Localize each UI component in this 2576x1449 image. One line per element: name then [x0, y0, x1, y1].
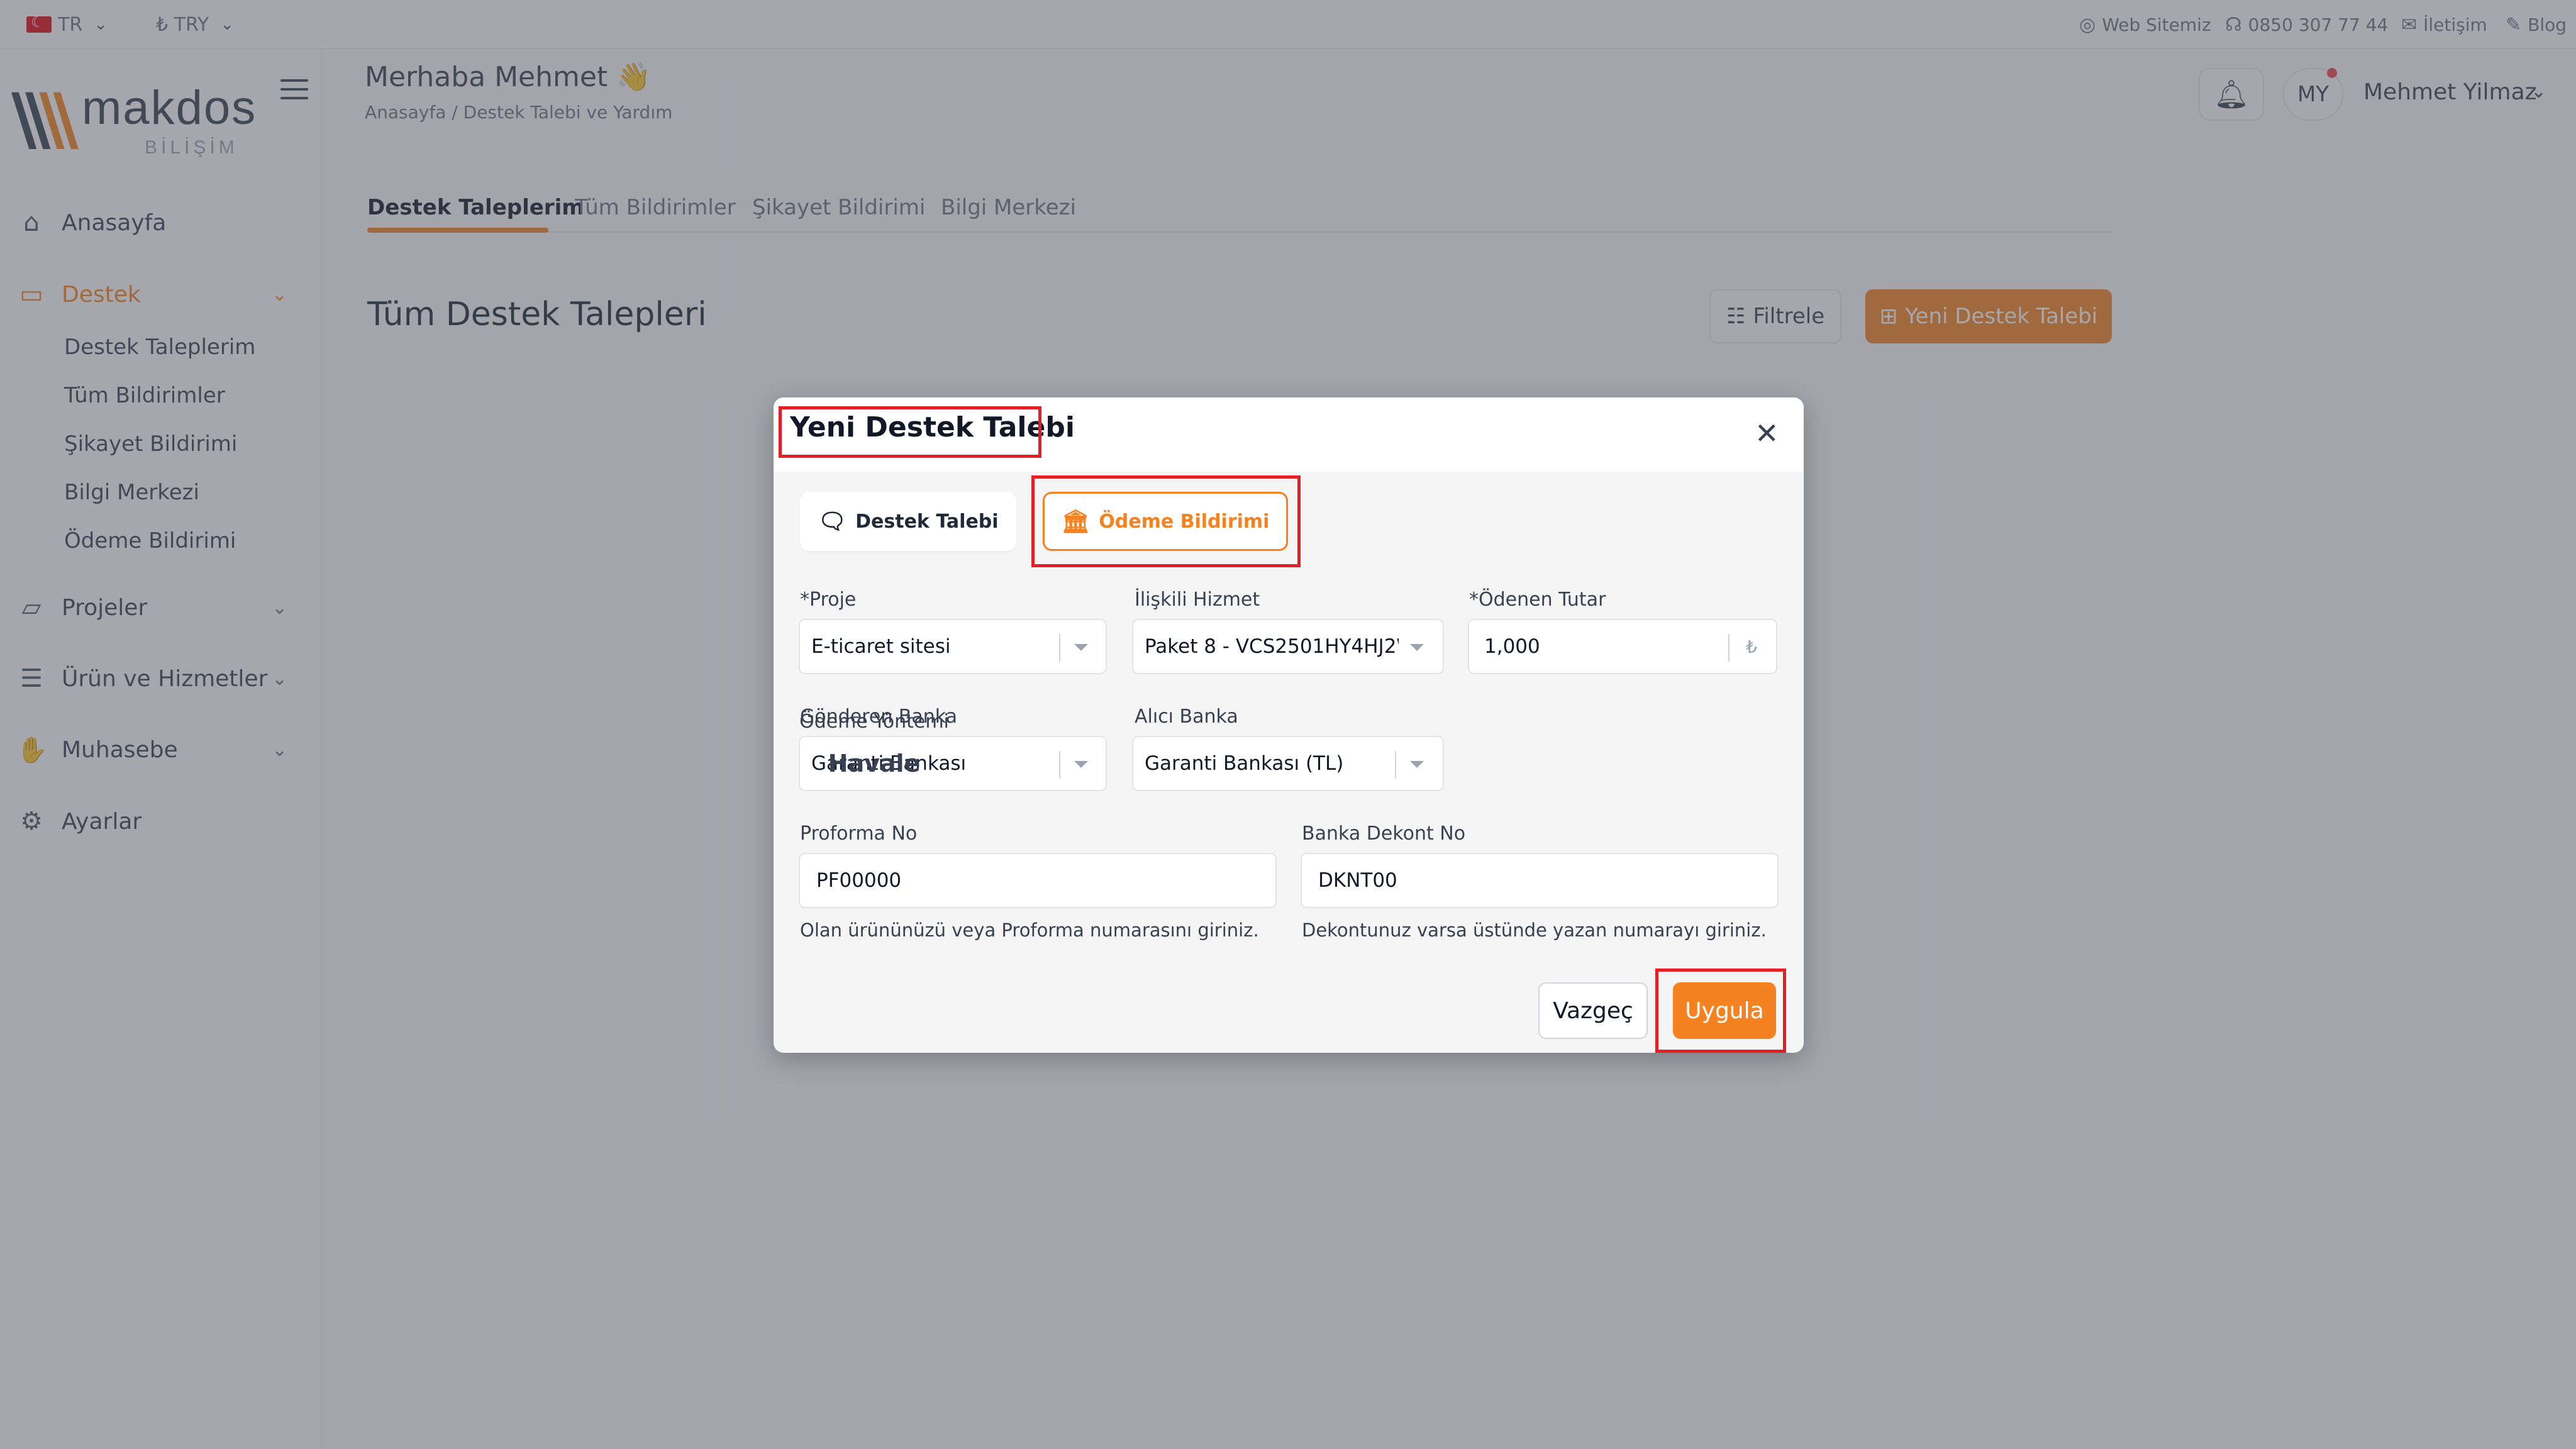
amount-value: 1,000: [1484, 635, 1540, 658]
select-separator: [1059, 751, 1060, 779]
receipt-input[interactable]: DKNT00: [1301, 853, 1779, 908]
cancel-button[interactable]: Vazgeç: [1538, 982, 1648, 1039]
payment-method-value: Havale: [828, 750, 921, 777]
amount-label: *Ödenen Tutar: [1469, 589, 1606, 611]
modal-title: Yeni Destek Talebi: [790, 411, 1075, 443]
caret-down-icon: [1410, 761, 1424, 768]
payment-method-label: Ödeme Yöntemi: [799, 711, 949, 733]
caret-down-icon: [1410, 644, 1424, 651]
proforma-input[interactable]: PF00000: [799, 853, 1277, 908]
modal-header: Yeni Destek Talebi ✕: [774, 397, 1804, 472]
proforma-hint: Olan ürününüzü veya Proforma numarasını …: [800, 919, 1259, 941]
service-label: İlişkili Hizmet: [1135, 589, 1260, 611]
project-value: E-ticaret sitesi: [811, 635, 951, 658]
select-separator: [1059, 634, 1060, 662]
project-label: *Proje: [800, 589, 857, 611]
caret-down-icon: [1074, 644, 1088, 651]
project-select[interactable]: E-ticaret sitesi: [799, 619, 1107, 674]
bank-icon: 🏛︎: [1061, 509, 1091, 535]
service-select[interactable]: Paket 8 - VCS2501HY4HJ2W: [1132, 619, 1444, 674]
service-value: Paket 8 - VCS2501HY4HJ2W: [1145, 635, 1399, 658]
receipt-value: DKNT00: [1318, 869, 1397, 892]
select-separator: [1395, 751, 1396, 779]
segment-payment-notification[interactable]: 🏛︎ Ödeme Bildirimi: [1043, 492, 1288, 551]
proforma-label: Proforma No: [800, 823, 918, 845]
lira-icon: ₺: [1746, 636, 1757, 657]
chat-icon: 🗨︎: [818, 509, 847, 535]
segment-label: Destek Talebi: [855, 510, 999, 533]
segment-label: Ödeme Bildirimi: [1099, 510, 1270, 533]
close-icon[interactable]: ✕: [1755, 416, 1779, 450]
receiver-bank-label: Alıcı Banka: [1135, 706, 1238, 728]
input-separator: [1728, 634, 1729, 662]
amount-input[interactable]: 1,000 ₺: [1468, 619, 1777, 674]
receipt-hint: Dekontunuz varsa üstünde yazan numarayı …: [1302, 919, 1767, 941]
apply-button[interactable]: Uygula: [1673, 982, 1776, 1039]
receiver-bank-value: Garanti Bankası (TL): [1145, 752, 1344, 775]
segment-support-request[interactable]: 🗨︎ Destek Talebi: [800, 492, 1016, 551]
caret-down-icon: [1074, 761, 1088, 768]
receipt-label: Banka Dekont No: [1302, 823, 1466, 845]
receiver-bank-select[interactable]: Garanti Bankası (TL): [1132, 736, 1444, 791]
proforma-value: PF00000: [816, 869, 902, 892]
